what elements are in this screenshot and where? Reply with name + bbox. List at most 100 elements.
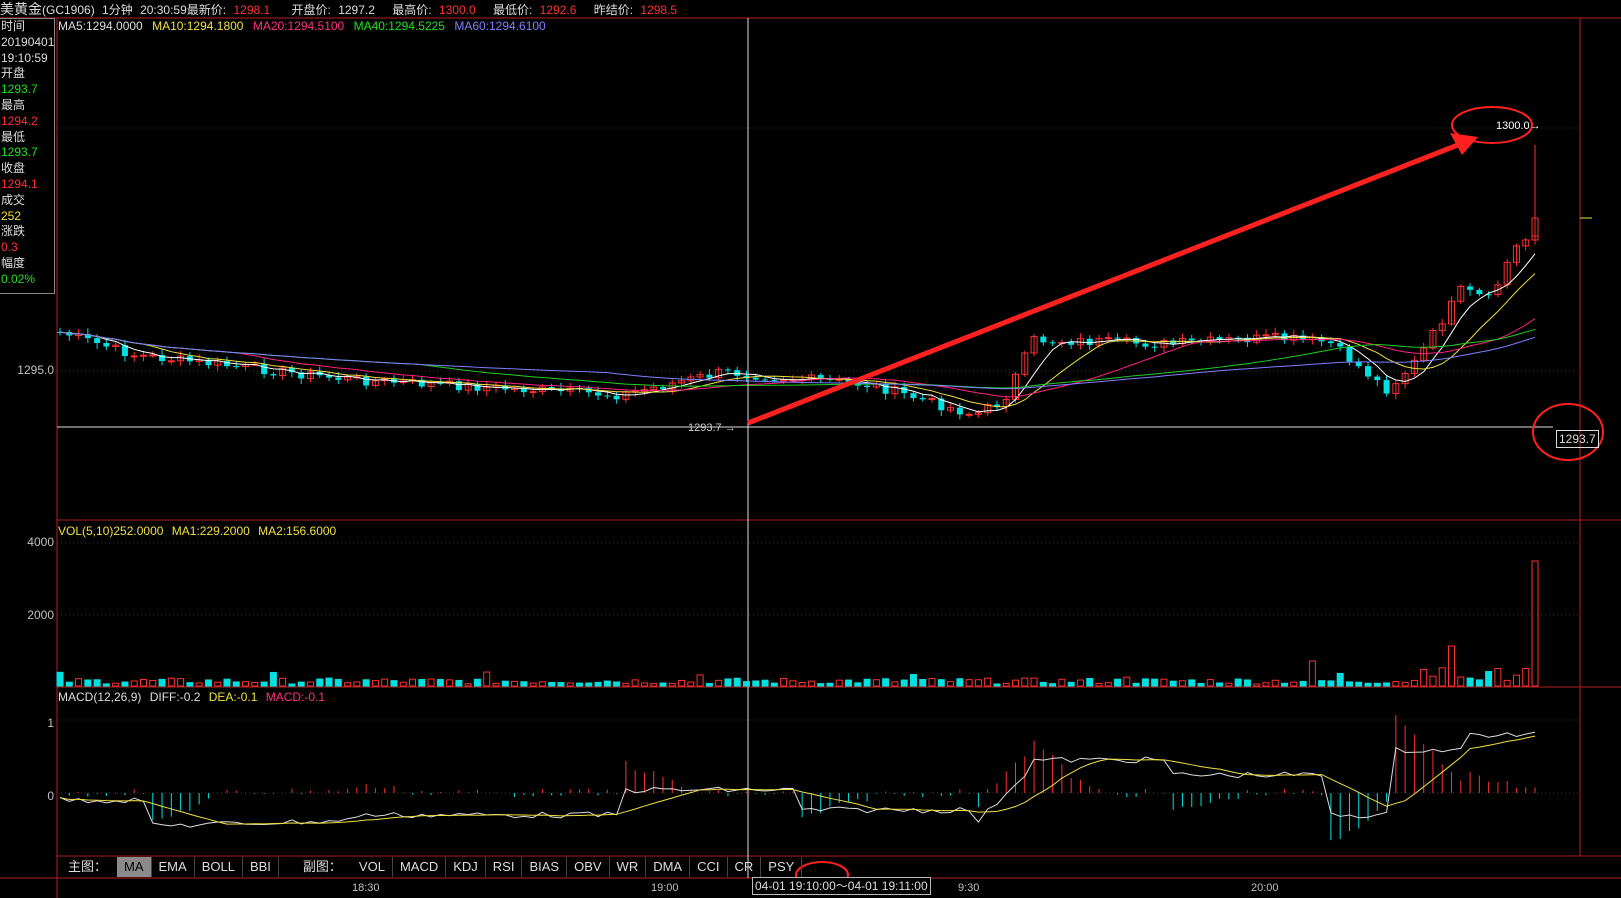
volume-bar	[483, 671, 491, 687]
candle-body	[529, 391, 537, 394]
period: 1分钟	[102, 3, 133, 17]
volume-bar	[1234, 678, 1242, 687]
volume-bar	[1058, 678, 1066, 687]
instrument-name: 美黄金	[0, 1, 42, 17]
volume-bar	[1318, 680, 1326, 687]
volume-bar	[1021, 677, 1029, 687]
volume-bar	[789, 680, 797, 687]
volume-bar	[1243, 679, 1251, 687]
candle-body	[928, 398, 936, 401]
macd-legend: MACD(12,26,9) DIFF:-0.2 DEA:-0.1 MACD:-0…	[58, 690, 330, 704]
volume-bar	[863, 678, 871, 687]
volume-bar	[622, 682, 630, 687]
volume-bar	[1392, 681, 1400, 687]
volume-bar	[715, 679, 723, 687]
tab-rsi[interactable]: RSI	[486, 857, 523, 877]
volume-bar	[186, 682, 194, 687]
tab-bias[interactable]: BIAS	[522, 857, 568, 877]
volume-bar	[613, 681, 621, 687]
tab-obv[interactable]: OBV	[567, 857, 610, 877]
volume-bar	[353, 681, 361, 687]
volume-bar	[390, 680, 398, 687]
tab-psy[interactable]: PSY	[761, 857, 803, 877]
tab-ma[interactable]: MA	[117, 857, 152, 877]
tab-cci[interactable]: CCI	[690, 857, 728, 877]
volume-bar	[1290, 681, 1298, 687]
volume-bar	[566, 682, 574, 687]
volume-bar	[603, 680, 611, 687]
volume-bar	[733, 677, 741, 687]
volume-bar	[1448, 645, 1456, 687]
volume-bar	[919, 678, 927, 687]
volume-bar	[854, 682, 862, 687]
tab-bbi[interactable]: BBI	[243, 857, 279, 877]
volume-bar	[1308, 660, 1316, 687]
volume-bar	[130, 680, 138, 687]
volume-bar	[650, 683, 658, 687]
volume-bar	[1336, 672, 1344, 687]
volume-bar	[223, 678, 231, 687]
volume-bar	[242, 681, 250, 687]
volume-bar	[1281, 682, 1289, 687]
tab-boll[interactable]: BOLL	[195, 857, 243, 877]
volume-bar	[1160, 678, 1168, 687]
volume-bar	[279, 677, 287, 687]
volume-bar	[882, 678, 890, 687]
info-change-label: 涨跌	[1, 224, 26, 239]
volume-bar	[344, 682, 352, 687]
volume-bar	[1030, 677, 1038, 687]
candle-body	[752, 377, 759, 380]
candle-body	[167, 360, 175, 363]
volume-bar	[1327, 680, 1335, 687]
candle-body	[901, 386, 908, 394]
candle-body	[335, 377, 342, 380]
high-price: 1300.0	[438, 3, 476, 17]
low-label: 最低价:	[492, 3, 533, 17]
volume-bar	[297, 681, 305, 687]
tab-cr[interactable]: CR	[728, 857, 762, 877]
high-label: 最高价:	[392, 3, 432, 17]
volume-bar	[1188, 679, 1196, 687]
volume-bar	[139, 678, 147, 687]
ma10-line	[59, 273, 1536, 408]
volume-bar	[1522, 668, 1530, 687]
sub-chart-label: 副图：	[302, 859, 342, 874]
tab-wr[interactable]: WR	[610, 857, 647, 877]
tab-kdj[interactable]: KDJ	[446, 857, 486, 877]
info-low: 1293.7	[1, 145, 38, 160]
tab-vol[interactable]: VOL	[352, 857, 393, 877]
volume-bar	[93, 679, 101, 687]
volume-bar	[631, 679, 639, 687]
volume-bar	[1095, 682, 1103, 687]
kline-chart[interactable]	[0, 0, 1621, 898]
candle-body	[762, 379, 769, 381]
volume-bar	[436, 679, 444, 687]
volume-bar	[1123, 676, 1131, 687]
volume-bar	[956, 678, 964, 687]
volume-bar	[112, 682, 120, 687]
latest-price: 1298.1	[233, 3, 271, 17]
volume-bar	[84, 679, 92, 687]
volume-bar	[705, 683, 713, 687]
volume-bar	[835, 679, 843, 687]
volume-bar	[845, 679, 853, 687]
vol-tick-2000: 2000	[27, 608, 54, 622]
tab-macd[interactable]: MACD	[393, 857, 447, 877]
ma20-value: MA20:1294.5100	[252, 19, 345, 33]
candle-body	[613, 395, 620, 400]
volume-bar	[1151, 678, 1159, 687]
candle-body	[1151, 346, 1158, 348]
volume-bar	[1475, 679, 1483, 687]
vol-tick-4000: 4000	[27, 535, 54, 549]
volume-bar	[232, 681, 240, 687]
tab-ema[interactable]: EMA	[152, 857, 195, 877]
volume-bar	[1485, 671, 1493, 687]
info-change: 0.3	[1, 240, 18, 255]
crosshair-price-box: 1293.7	[1556, 430, 1599, 448]
volume-bar	[214, 681, 222, 687]
volume-bar	[1169, 680, 1177, 687]
vol-ma2: MA2:156.6000	[258, 524, 337, 538]
tab-dma[interactable]: DMA	[646, 857, 691, 877]
volume-bar	[1429, 675, 1437, 687]
crosshair-time-range: 04-01 19:10:00〜04-01 19:11:00	[752, 877, 931, 895]
